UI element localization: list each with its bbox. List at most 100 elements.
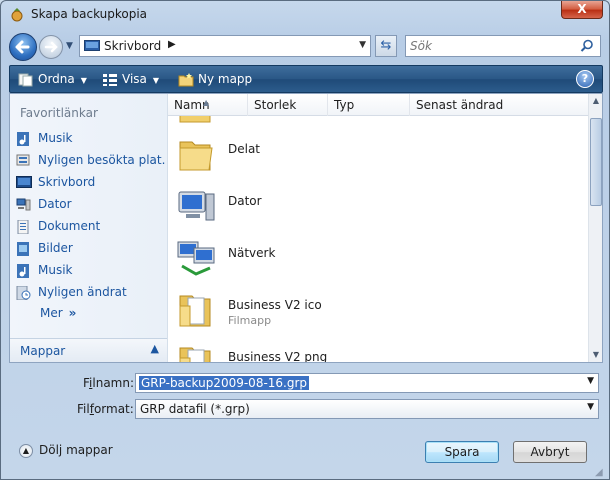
close-button[interactable]: X [561,1,603,19]
file-name: Dator [228,194,262,208]
column-header-size[interactable]: Storlek [248,94,328,116]
format-label: Filformat: [77,402,134,416]
scroll-up-icon[interactable]: ▲ [589,94,603,108]
column-header-type[interactable]: Typ [328,94,410,116]
format-label-part: Fil [77,402,90,416]
scroll-thumb[interactable] [590,118,602,206]
favorite-item-label: Bilder [38,241,73,255]
filename-input[interactable]: GRP-backup2009-08-16.grp ▼ [135,373,599,393]
favorite-item-label: Musik [38,131,73,145]
address-bar[interactable]: Skrivbord ▶ ▼ [79,35,371,57]
file-row[interactable]: Delat [168,128,588,180]
favorite-item-recently-changed[interactable]: Nyligen ändrat [16,282,166,304]
desktop-icon [84,40,100,51]
command-toolbar: Ordna ▼ Visa ▼ Ny mapp ? [9,65,603,93]
filename-value[interactable]: GRP-backup2009-08-16.grp [139,376,310,390]
scroll-down-icon[interactable]: ▼ [589,348,603,362]
view-icon [103,73,117,86]
resize-grip-icon[interactable]: ◢ [595,467,607,479]
favorite-item-music[interactable]: Musik [16,128,166,150]
new-folder-label: Ny mapp [198,72,253,86]
file-name: Nätverk [228,246,276,260]
chevron-down-icon: ▼ [587,402,594,412]
favorite-item-label: Dokument [38,219,101,233]
new-folder-button[interactable]: Ny mapp [178,71,252,89]
address-row: ▼ Skrivbord ▶ ▼ ⇆ [1,29,609,63]
address-location[interactable]: Skrivbord [104,39,161,53]
recent-pages-dropdown[interactable]: ▼ [66,41,78,53]
favorite-item-computer[interactable]: Dator [16,194,166,216]
save-dialog-window: Skapa backupkopia X ▼ Skrivbord ▶ ▼ ⇆ Sö… [0,0,610,480]
favorite-item-label: Nyligen besökta plat... [38,153,166,167]
file-list: Namn ▲ Storlek Typ Senast ändrad Delat D… [168,94,602,362]
file-name: Business V2 png [228,350,328,362]
favorite-item-recent-places[interactable]: Nyligen besökta plat... [16,150,166,172]
refresh-icon: ⇆ [380,38,392,53]
search-field[interactable] [405,35,601,57]
folders-label: Mappar [20,344,66,358]
favorite-item-documents[interactable]: Dokument [16,216,166,238]
file-row[interactable]: Business V2 png [168,336,588,362]
file-row[interactable]: Nätverk [168,232,588,284]
folder-open-icon [179,295,211,327]
vertical-scrollbar[interactable]: ▲ ▼ [588,94,602,362]
recently-changed-icon [16,285,31,300]
file-name: Business V2 ico [228,298,322,312]
help-button[interactable]: ? [576,70,594,88]
filename-label-part: lnamn: [92,376,135,390]
folders-toggle[interactable]: Mappar ▲ [10,338,167,362]
chevron-down-icon: ▼ [80,76,87,85]
favorites-heading: Favoritlänkar [20,106,98,120]
favorite-item-music[interactable]: Musik [16,260,166,282]
hide-folders-label: Dölj mappar [39,443,113,457]
music-icon [17,263,29,278]
column-header-name[interactable]: Namn ▲ [168,94,248,116]
browser-area: Favoritlänkar Musik Nyligen besökta plat… [9,93,603,363]
breadcrumb-chevron-icon[interactable]: ▶ [168,39,176,50]
chevron-down-icon[interactable]: ▼ [587,376,594,386]
file-rows: Delat Dator Nätverk Business V2 ico Film… [168,116,588,362]
organize-menu[interactable]: Ordna ▼ [18,71,87,89]
favorite-item-label: Nyligen ändrat [38,285,127,299]
chevron-up-icon: ▲ [19,443,33,458]
organize-label: Ordna [38,72,75,86]
save-button[interactable]: Spara [425,441,499,463]
desktop-icon [16,175,32,188]
favorite-item-label: Skrivbord [38,175,96,189]
file-row[interactable]: Business V2 ico Filmapp [168,284,588,336]
search-input[interactable] [410,39,570,53]
filename-label: Filnamn: [83,376,134,390]
search-icon [580,39,593,52]
column-header-row: Namn ▲ Storlek Typ Senast ändrad [168,94,588,116]
network-icon [177,241,215,276]
hide-folders-button[interactable]: ▲ Dölj mappar [19,443,113,458]
back-arrow-icon [15,40,30,54]
view-menu[interactable]: Visa ▼ [102,71,159,89]
forward-arrow-icon [44,41,58,53]
chevron-down-icon: ▼ [152,76,160,85]
back-button[interactable] [9,33,37,61]
folder-icon [179,116,211,123]
pictures-icon [17,241,29,256]
title-bar: Skapa backupkopia X [1,1,609,29]
file-name: Delat [228,142,261,156]
computer-icon [16,198,31,210]
address-dropdown-icon[interactable]: ▼ [359,40,366,50]
refresh-button[interactable]: ⇆ [375,35,397,57]
organize-icon [18,73,33,86]
column-label: Storlek [254,98,297,112]
favorite-item-pictures[interactable]: Bilder [16,238,166,260]
forward-button[interactable] [39,35,63,59]
computer-icon [178,191,215,221]
format-select[interactable]: GRP datafil (*.grp) ▼ [135,399,599,419]
cancel-button[interactable]: Avbryt [513,441,587,463]
format-label-part: ormat: [93,402,134,416]
favorite-item-desktop[interactable]: Skrivbord [16,172,166,194]
favorite-item-label: Musik [38,263,73,277]
column-header-modified[interactable]: Senast ändrad [410,94,588,116]
music-icon [17,131,29,146]
column-label: Senast ändrad [416,98,504,112]
file-row[interactable]: Dator [168,180,588,232]
more-link[interactable]: Mer » [40,306,76,320]
navigation-pane: Favoritlänkar Musik Nyligen besökta plat… [10,94,168,362]
